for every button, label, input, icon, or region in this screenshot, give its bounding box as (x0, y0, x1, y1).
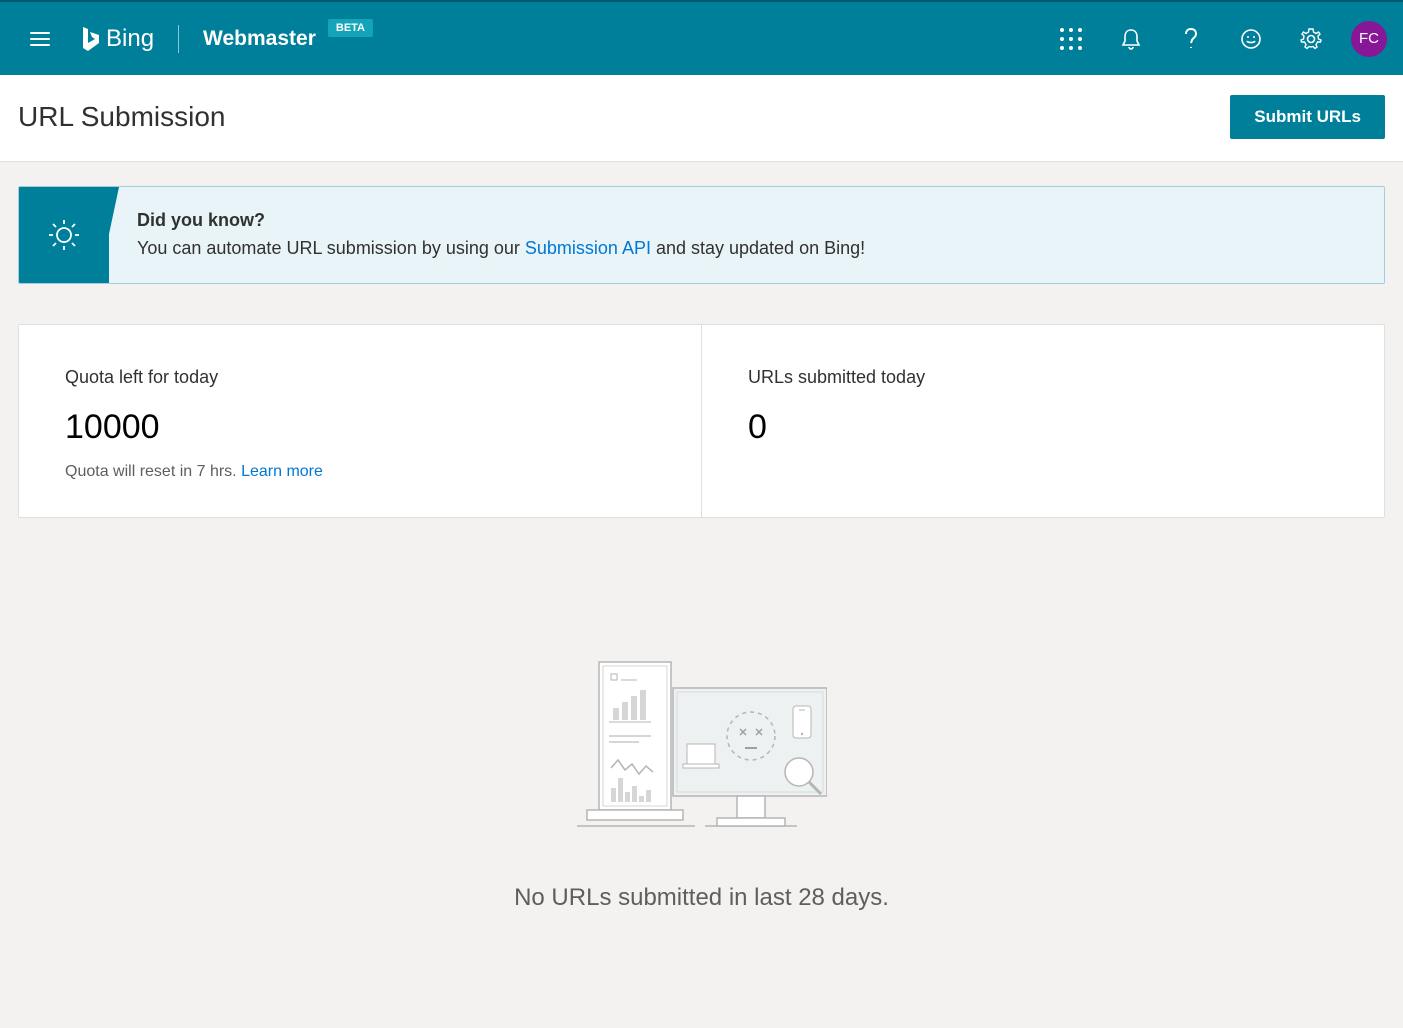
gear-icon (1300, 28, 1322, 50)
brand-area: Bing Webmaster BETA (82, 25, 373, 53)
info-heading: Did you know? (137, 210, 265, 230)
bing-icon (82, 26, 100, 52)
quota-reset-text: Quota will reset in 7 hrs. (65, 463, 241, 480)
empty-message: No URLs submitted in last 28 days. (18, 884, 1385, 912)
hamburger-icon (30, 32, 50, 46)
settings-button[interactable] (1283, 11, 1339, 67)
lightbulb-icon (47, 218, 81, 252)
top-header: Bing Webmaster BETA (0, 0, 1403, 75)
question-icon (1184, 28, 1198, 50)
notifications-button[interactable] (1103, 11, 1159, 67)
brand-divider (178, 25, 179, 53)
beta-badge: BETA (328, 19, 373, 37)
smiley-icon (1240, 28, 1262, 50)
bing-logo[interactable]: Bing (82, 25, 154, 53)
main-content: Did you know? You can automate URL submi… (0, 162, 1403, 956)
feedback-button[interactable] (1223, 11, 1279, 67)
info-banner: Did you know? You can automate URL submi… (18, 186, 1385, 284)
learn-more-link[interactable]: Learn more (241, 463, 323, 480)
submitted-label: URLs submitted today (748, 367, 1338, 388)
empty-state: No URLs submitted in last 28 days. (18, 518, 1385, 932)
waffle-icon (1060, 28, 1082, 50)
quota-sub: Quota will reset in 7 hrs. Learn more (65, 463, 655, 481)
user-avatar[interactable]: FC (1351, 21, 1387, 57)
submission-api-link[interactable]: Submission API (525, 238, 651, 258)
menu-button[interactable] (16, 15, 64, 63)
info-icon-box (19, 187, 109, 283)
bing-text: Bing (106, 25, 154, 53)
info-text-after: and stay updated on Bing! (651, 238, 865, 258)
help-button[interactable] (1163, 11, 1219, 67)
submitted-card: URLs submitted today 0 (702, 325, 1384, 517)
submit-urls-button[interactable]: Submit URLs (1230, 95, 1385, 139)
page-title: URL Submission (18, 101, 1230, 133)
empty-illustration (577, 658, 827, 838)
submitted-value: 0 (748, 408, 1338, 447)
quota-label: Quota left for today (65, 367, 655, 388)
info-text: Did you know? You can automate URL submi… (109, 187, 893, 283)
header-actions: FC (1043, 11, 1387, 67)
quota-value: 10000 (65, 408, 655, 447)
page-title-bar: URL Submission Submit URLs (0, 75, 1403, 162)
stats-row: Quota left for today 10000 Quota will re… (18, 324, 1385, 518)
apps-button[interactable] (1043, 11, 1099, 67)
quota-card: Quota left for today 10000 Quota will re… (19, 325, 702, 517)
info-text-before: You can automate URL submission by using… (137, 238, 525, 258)
webmaster-text[interactable]: Webmaster (203, 27, 316, 51)
bell-icon (1121, 28, 1141, 50)
